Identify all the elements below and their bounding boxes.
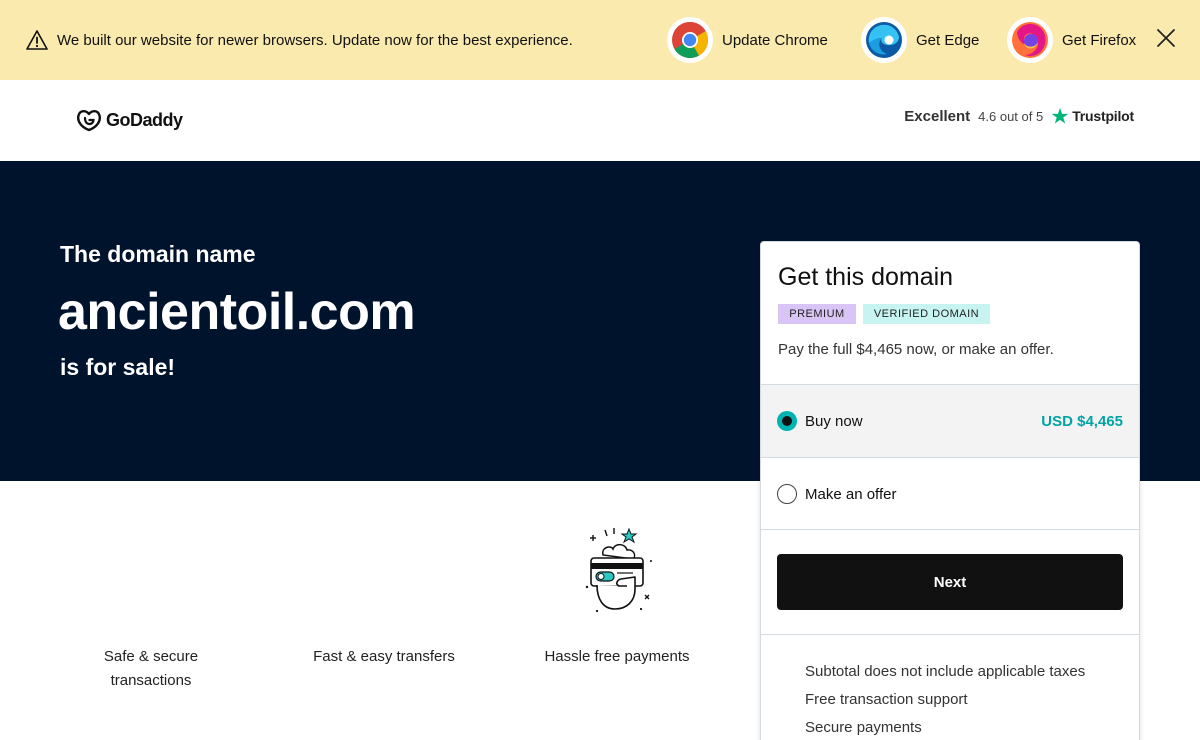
buy-now-radio[interactable] (777, 411, 797, 431)
godaddy-logo-icon (76, 109, 102, 132)
chrome-icon (667, 17, 713, 63)
card-title: Get this domain (778, 263, 954, 291)
feature-label: Safe & secure transactions (103, 648, 199, 689)
buy-now-price: USD $4,465 (1041, 413, 1123, 430)
get-firefox-button[interactable]: Get Firefox (1007, 17, 1136, 63)
info-list: Subtotal does not include applicable tax… (805, 658, 1085, 740)
update-chrome-label: Update Chrome (722, 31, 828, 49)
godaddy-logo[interactable]: GoDaddy (75, 107, 183, 133)
domain-name: ancientoil.com (58, 283, 416, 341)
edge-icon (861, 17, 907, 63)
feature-label: Fast & easy transfers (313, 648, 455, 665)
browser-update-banner: We built our website for newer browsers.… (0, 0, 1200, 80)
banner-message: We built our website for newer browsers.… (57, 32, 573, 49)
trustpilot-brand: Trustpilot (1072, 108, 1134, 124)
trustpilot-widget[interactable]: Excellent 4.6 out of 5 Trustpilot (904, 107, 1134, 125)
trustpilot-rating: Excellent (904, 107, 971, 125)
make-offer-radio[interactable] (777, 484, 797, 504)
card-description: Pay the full $4,465 now, or make an offe… (778, 341, 1054, 358)
hero-eyebrow: The domain name (60, 241, 256, 267)
get-firefox-label: Get Firefox (1062, 31, 1137, 49)
feature-fast-transfers: Fast & easy transfers (300, 645, 468, 669)
info-item: Subtotal does not include applicable tax… (805, 663, 1086, 680)
info-item: Secure payments (805, 719, 922, 736)
next-button[interactable]: Next (777, 554, 1123, 610)
feature-label: Hassle free payments (544, 648, 690, 665)
make-offer-label: Make an offer (805, 486, 897, 503)
verified-domain-badge: VERIFIED DOMAIN (863, 304, 990, 324)
for-sale-text: is for sale! (60, 354, 176, 380)
hassle-free-payments-icon (585, 527, 652, 613)
trustpilot-star-icon (1051, 107, 1069, 124)
make-offer-option[interactable]: Make an offer (761, 457, 1139, 530)
buy-now-option[interactable]: Buy now USD $4,465 (761, 384, 1139, 457)
buy-now-label: Buy now (805, 413, 863, 430)
update-chrome-button[interactable]: Update Chrome (667, 17, 828, 63)
trustpilot-score: 4.6 out of 5 (978, 108, 1044, 124)
get-edge-button[interactable]: Get Edge (861, 17, 979, 63)
firefox-icon (1007, 17, 1053, 63)
close-icon[interactable] (1155, 27, 1177, 49)
warning-icon (26, 30, 48, 50)
info-item: Free transaction support (805, 691, 968, 708)
purchase-card: Get this domain PREMIUM VERIFIED DOMAIN … (760, 241, 1140, 740)
feature-safe-secure: Safe & secure transactions (86, 645, 216, 693)
get-edge-label: Get Edge (916, 31, 980, 49)
premium-badge: PREMIUM (778, 304, 856, 324)
site-header: GoDaddy Excellent 4.6 out of 5 Trustpilo… (0, 80, 1200, 161)
feature-hassle-free-payments: Hassle free payments (530, 645, 704, 669)
card-divider (761, 634, 1139, 635)
logo-text: GoDaddy (106, 109, 183, 130)
page: We built our website for newer browsers.… (0, 0, 1200, 740)
